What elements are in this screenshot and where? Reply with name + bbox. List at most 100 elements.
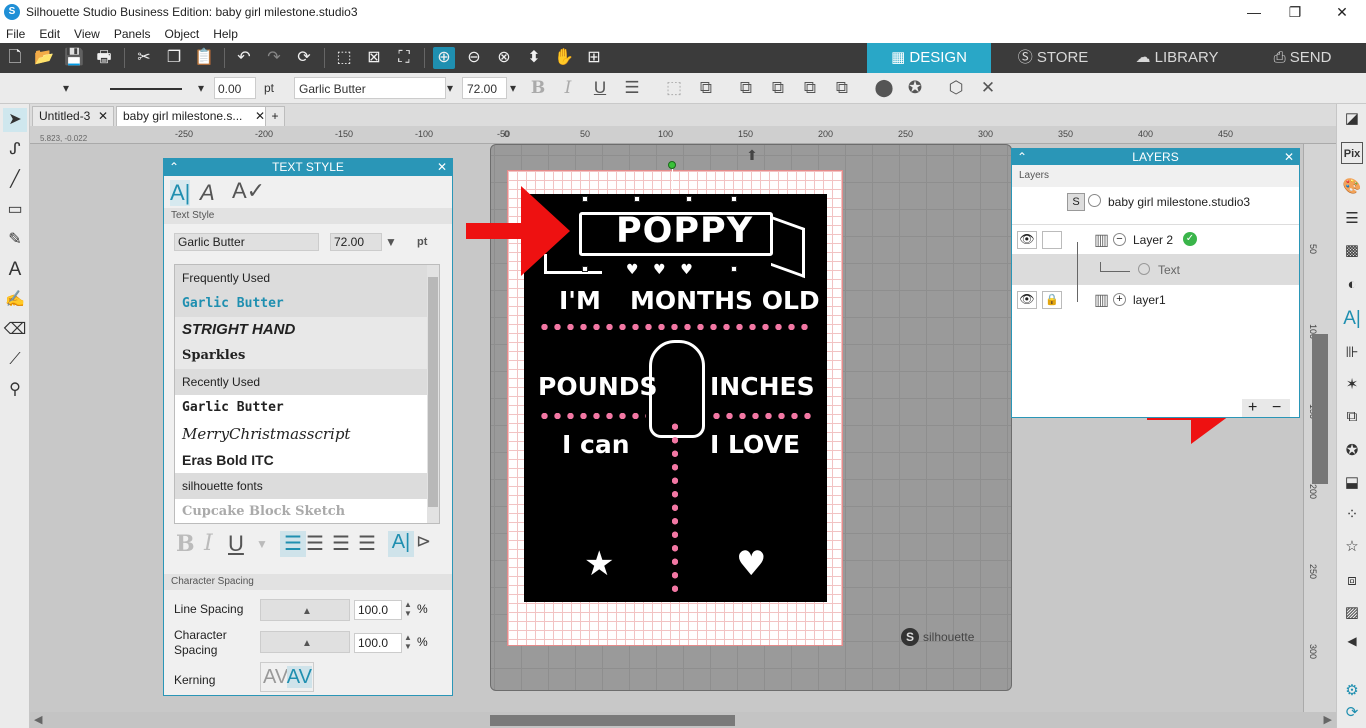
align-icon[interactable]: ⊪ bbox=[1341, 342, 1363, 364]
undo-icon[interactable]: ↶ bbox=[233, 47, 255, 69]
font-size-input[interactable]: 72.00 bbox=[462, 77, 507, 99]
add-tab-button[interactable]: + bbox=[265, 106, 285, 126]
star-outline-icon[interactable]: ☆ bbox=[1341, 536, 1363, 558]
remove-layer-button[interactable]: − bbox=[1272, 399, 1281, 417]
pixscan-icon[interactable]: Pix bbox=[1341, 142, 1363, 164]
font-size-field[interactable]: 72.00 bbox=[330, 233, 382, 251]
expand-layer-icon[interactable]: + bbox=[1113, 293, 1126, 306]
zoom-fit-icon[interactable]: ⊗ bbox=[493, 47, 515, 69]
copy-icon[interactable]: ❐ bbox=[163, 47, 185, 69]
hatch-icon[interactable]: ▨ bbox=[1341, 602, 1363, 624]
layer-row-text[interactable]: Text bbox=[1012, 254, 1299, 284]
open-folder-icon[interactable]: 📂 bbox=[33, 47, 55, 69]
text-style-tab-icon[interactable]: A| bbox=[170, 180, 191, 206]
close-panel-icon[interactable]: ✕ bbox=[1284, 149, 1294, 165]
pointer-icon[interactable]: ➤ bbox=[3, 108, 27, 132]
zoom-out-icon[interactable]: ⊖ bbox=[463, 47, 485, 69]
font-list-scrollbar[interactable] bbox=[427, 265, 439, 523]
ungroup-icon[interactable]: ⧉ bbox=[694, 77, 718, 99]
visibility-eye-icon[interactable]: 👁 bbox=[1017, 291, 1037, 309]
select-all-icon[interactable]: ⬚ bbox=[333, 47, 355, 69]
kerning-toggle[interactable]: AVAV bbox=[260, 662, 314, 692]
selection-handle[interactable] bbox=[686, 196, 692, 202]
zoom-in-icon[interactable]: ⊕ bbox=[433, 47, 455, 69]
layer-row-layer2[interactable]: 👁 ▥ − Layer 2 ✓ bbox=[1012, 224, 1299, 254]
font-item[interactable]: Sparkles bbox=[175, 343, 439, 369]
bring-front-icon[interactable]: ⧉ bbox=[734, 77, 758, 99]
offset-icon[interactable]: ✪ bbox=[1341, 440, 1363, 462]
new-file-icon[interactable]: 🗋 bbox=[4, 47, 26, 69]
close-button[interactable]: ✕ bbox=[1320, 2, 1364, 22]
text-tool-icon[interactable]: A bbox=[3, 258, 27, 282]
collapse-arrow-icon[interactable]: ◀ bbox=[1341, 630, 1363, 652]
deselect-icon[interactable]: ⊠ bbox=[363, 47, 385, 69]
3d-box-icon[interactable]: ⬡ bbox=[944, 77, 968, 99]
collapse-layer-icon[interactable]: − bbox=[1113, 233, 1126, 246]
sync-icon[interactable]: ⟳ bbox=[1341, 702, 1363, 724]
sketch-icon[interactable]: ✍ bbox=[3, 288, 27, 312]
refresh-icon[interactable]: ⟳ bbox=[293, 47, 315, 69]
scroll-left-icon[interactable]: ◀ bbox=[34, 712, 42, 728]
vertical-scrollbar-thumb[interactable] bbox=[1312, 334, 1328, 484]
font-item[interactable]: Garlic Butter bbox=[175, 395, 439, 421]
visibility-eye-icon[interactable]: 👁 bbox=[1017, 231, 1037, 249]
menu-object[interactable]: Object bbox=[165, 27, 200, 41]
scroll-right-icon[interactable]: ▶ bbox=[1324, 712, 1332, 728]
font-name-input[interactable]: Garlic Butter bbox=[294, 77, 446, 99]
character-spacing-input[interactable]: 100.0 bbox=[354, 633, 402, 653]
italic-button[interactable]: I bbox=[204, 531, 213, 556]
document-radio[interactable] bbox=[1088, 194, 1101, 207]
star-shape-icon[interactable]: ✪ bbox=[903, 77, 927, 99]
kerning-on-button[interactable]: AV bbox=[286, 666, 312, 688]
page-setup-icon[interactable]: ◪ bbox=[1341, 108, 1363, 130]
group-icon[interactable]: ⬚ bbox=[662, 77, 686, 99]
knife-icon[interactable]: ⟋ bbox=[3, 348, 27, 372]
horizontal-scrollbar[interactable]: ◀ ▶ bbox=[30, 712, 1336, 728]
menu-view[interactable]: View bbox=[74, 27, 100, 41]
modify-icon[interactable]: ⧉ bbox=[1341, 406, 1363, 428]
line-spacing-stepper[interactable]: ▲ ▼ bbox=[404, 600, 412, 618]
underline-button[interactable]: U bbox=[588, 77, 612, 99]
selection-handle[interactable] bbox=[731, 266, 737, 272]
underline-button[interactable]: U bbox=[228, 531, 244, 557]
point-edit-icon[interactable]: ᔑ bbox=[3, 138, 27, 162]
font-size-dropdown-icon[interactable]: ▾ bbox=[510, 77, 516, 99]
move-icon[interactable]: ⬍ bbox=[523, 47, 545, 69]
align-left-button[interactable]: ☰ bbox=[280, 531, 306, 557]
close-x-icon[interactable]: ✕ bbox=[976, 77, 1000, 99]
pan-hand-icon[interactable]: ✋ bbox=[553, 47, 575, 69]
pencil-icon[interactable]: ✎ bbox=[3, 228, 27, 252]
text-effect-tab-icon[interactable]: A bbox=[200, 180, 215, 206]
fit-to-page-icon[interactable]: ⊞ bbox=[583, 47, 605, 69]
select-by-color-icon[interactable]: ⛶ bbox=[393, 47, 415, 69]
font-item[interactable]: MerryChristmasscript bbox=[175, 421, 439, 447]
bold-button[interactable]: B bbox=[176, 531, 195, 557]
cut-icon[interactable]: ✂ bbox=[133, 47, 155, 69]
tab-send[interactable]: ⎙ SEND bbox=[1239, 43, 1366, 73]
font-item[interactable]: Garlic Butter bbox=[175, 291, 439, 317]
line-style-select[interactable]: ▾ bbox=[110, 77, 210, 99]
rotate-handle[interactable] bbox=[668, 161, 676, 169]
rectangle-tool-icon[interactable]: ▭ bbox=[3, 198, 27, 222]
redo-icon[interactable]: ↷ bbox=[263, 47, 285, 69]
character-spacing-slider[interactable]: ▲ bbox=[260, 631, 350, 653]
font-size-dropdown-icon[interactable]: ▼ bbox=[385, 235, 397, 249]
collapse-icon[interactable]: ⌃ bbox=[169, 159, 179, 176]
text-align-icon[interactable]: ☰ bbox=[620, 77, 644, 99]
selection-handle[interactable] bbox=[634, 196, 640, 202]
align-justify-button[interactable]: ☰ bbox=[358, 531, 376, 556]
align-center-button[interactable]: ☰ bbox=[306, 531, 324, 556]
send-backward-icon[interactable]: ⧉ bbox=[798, 77, 822, 99]
layers-icon[interactable]: ⧈ bbox=[1341, 570, 1363, 592]
tab-untitled-3[interactable]: Untitled-3 ✕ bbox=[32, 106, 114, 126]
layer-row-layer1[interactable]: 👁 🔒 ▥ + layer1 bbox=[1012, 284, 1299, 314]
fill-select[interactable]: ▾ bbox=[8, 77, 98, 99]
line-width-input[interactable]: 0.00 bbox=[214, 77, 256, 99]
tab-store[interactable]: Ⓢ STORE bbox=[991, 43, 1115, 73]
line-spacing-slider[interactable]: ▲ bbox=[260, 599, 350, 621]
selection-handle[interactable] bbox=[731, 196, 737, 202]
contrast-icon[interactable]: ◐ bbox=[1341, 274, 1363, 296]
add-layer-button[interactable]: + bbox=[1248, 399, 1257, 417]
line-spacing-input[interactable]: 100.0 bbox=[354, 600, 402, 620]
text-radio[interactable] bbox=[1138, 263, 1150, 275]
